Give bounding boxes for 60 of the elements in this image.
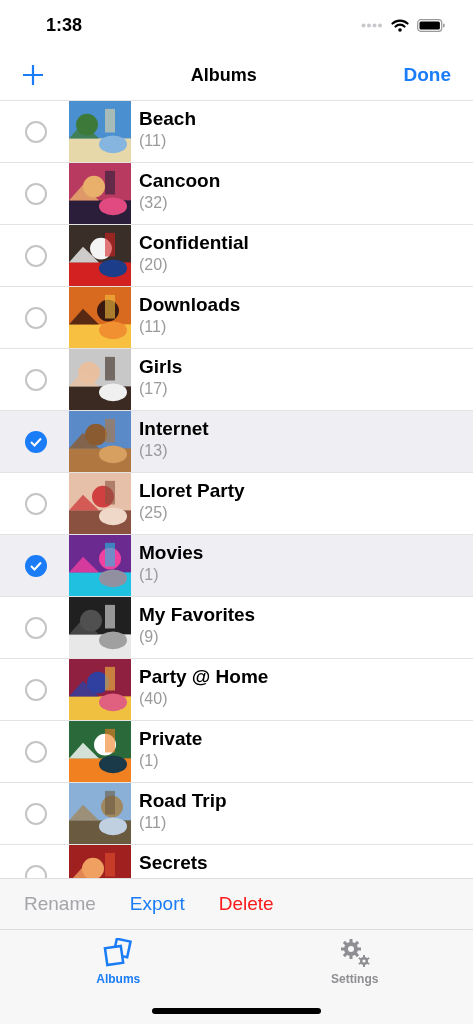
gears-icon — [338, 938, 371, 968]
album-name: Confidential — [139, 232, 249, 254]
album-name: Road Trip — [139, 790, 227, 812]
album-count: (11) — [139, 132, 168, 150]
selection-circle[interactable] — [25, 244, 47, 267]
album-count: (40) — [139, 690, 169, 708]
selection-circle[interactable] — [25, 430, 47, 453]
album-row[interactable]: Party @ Home (40) — [0, 659, 473, 721]
selection-circle[interactable] — [25, 492, 47, 515]
album-count: (1) — [139, 752, 160, 770]
album-row[interactable]: Beach (11) — [0, 101, 473, 163]
nav-title: Albums — [190, 64, 257, 86]
album-row[interactable]: My Favorites (9) — [0, 597, 473, 659]
album-name: My Favorites — [139, 604, 256, 626]
album-name: Internet — [139, 418, 209, 440]
photos-icon — [103, 938, 134, 968]
signal-icon — [361, 22, 383, 28]
done-button[interactable]: Done — [403, 64, 451, 86]
album-row[interactable]: Internet (13) — [0, 411, 473, 473]
album-name: Downloads — [139, 294, 241, 316]
selection-circle[interactable] — [25, 740, 47, 763]
album-name: Girls — [139, 356, 183, 378]
album-count: (9) — [139, 628, 160, 646]
selection-circle[interactable] — [25, 306, 47, 329]
album-name: Private — [139, 728, 203, 750]
album-name: Cancoon — [139, 170, 221, 192]
album-row[interactable]: Downloads (11) — [0, 287, 473, 349]
album-row[interactable]: Private (1) — [0, 721, 473, 783]
album-name: Beach — [139, 108, 197, 130]
album-count: (13) — [139, 442, 169, 460]
battery-icon — [417, 18, 445, 32]
album-count: (25) — [139, 504, 169, 522]
selection-circle[interactable] — [25, 802, 47, 825]
album-name: Lloret Party — [139, 480, 245, 502]
selection-circle[interactable] — [25, 120, 47, 143]
album-row[interactable]: Girls (17) — [0, 349, 473, 411]
album-count: (11) — [139, 814, 168, 832]
album-name: Secrets — [139, 852, 208, 874]
album-count: (32) — [139, 194, 169, 212]
add-icon[interactable] — [22, 64, 44, 86]
toolbar-button[interactable]: Export — [129, 893, 185, 915]
selection-circle[interactable] — [25, 678, 47, 701]
album-name: Party @ Home — [139, 666, 269, 688]
album-count: (11) — [139, 318, 168, 336]
album-row[interactable]: Confidential (20) — [0, 225, 473, 287]
selection-circle[interactable] — [25, 182, 47, 205]
wifi-icon — [391, 18, 409, 32]
album-count: (17) — [139, 380, 169, 398]
selection-circle[interactable] — [25, 554, 47, 577]
album-count: (20) — [139, 256, 169, 274]
toolbar-button[interactable]: Delete — [218, 893, 274, 915]
album-row[interactable]: Cancoon (32) — [0, 163, 473, 225]
album-count: (1) — [139, 566, 160, 584]
album-row[interactable]: Movies (1) — [0, 535, 473, 597]
album-row[interactable]: Lloret Party (25) — [0, 473, 473, 535]
status-time: 1:38 — [46, 14, 83, 36]
selection-circle[interactable] — [25, 616, 47, 639]
selection-circle[interactable] — [25, 368, 47, 391]
album-name: Movies — [139, 542, 204, 564]
tab-item[interactable]: Albums — [0, 930, 237, 986]
